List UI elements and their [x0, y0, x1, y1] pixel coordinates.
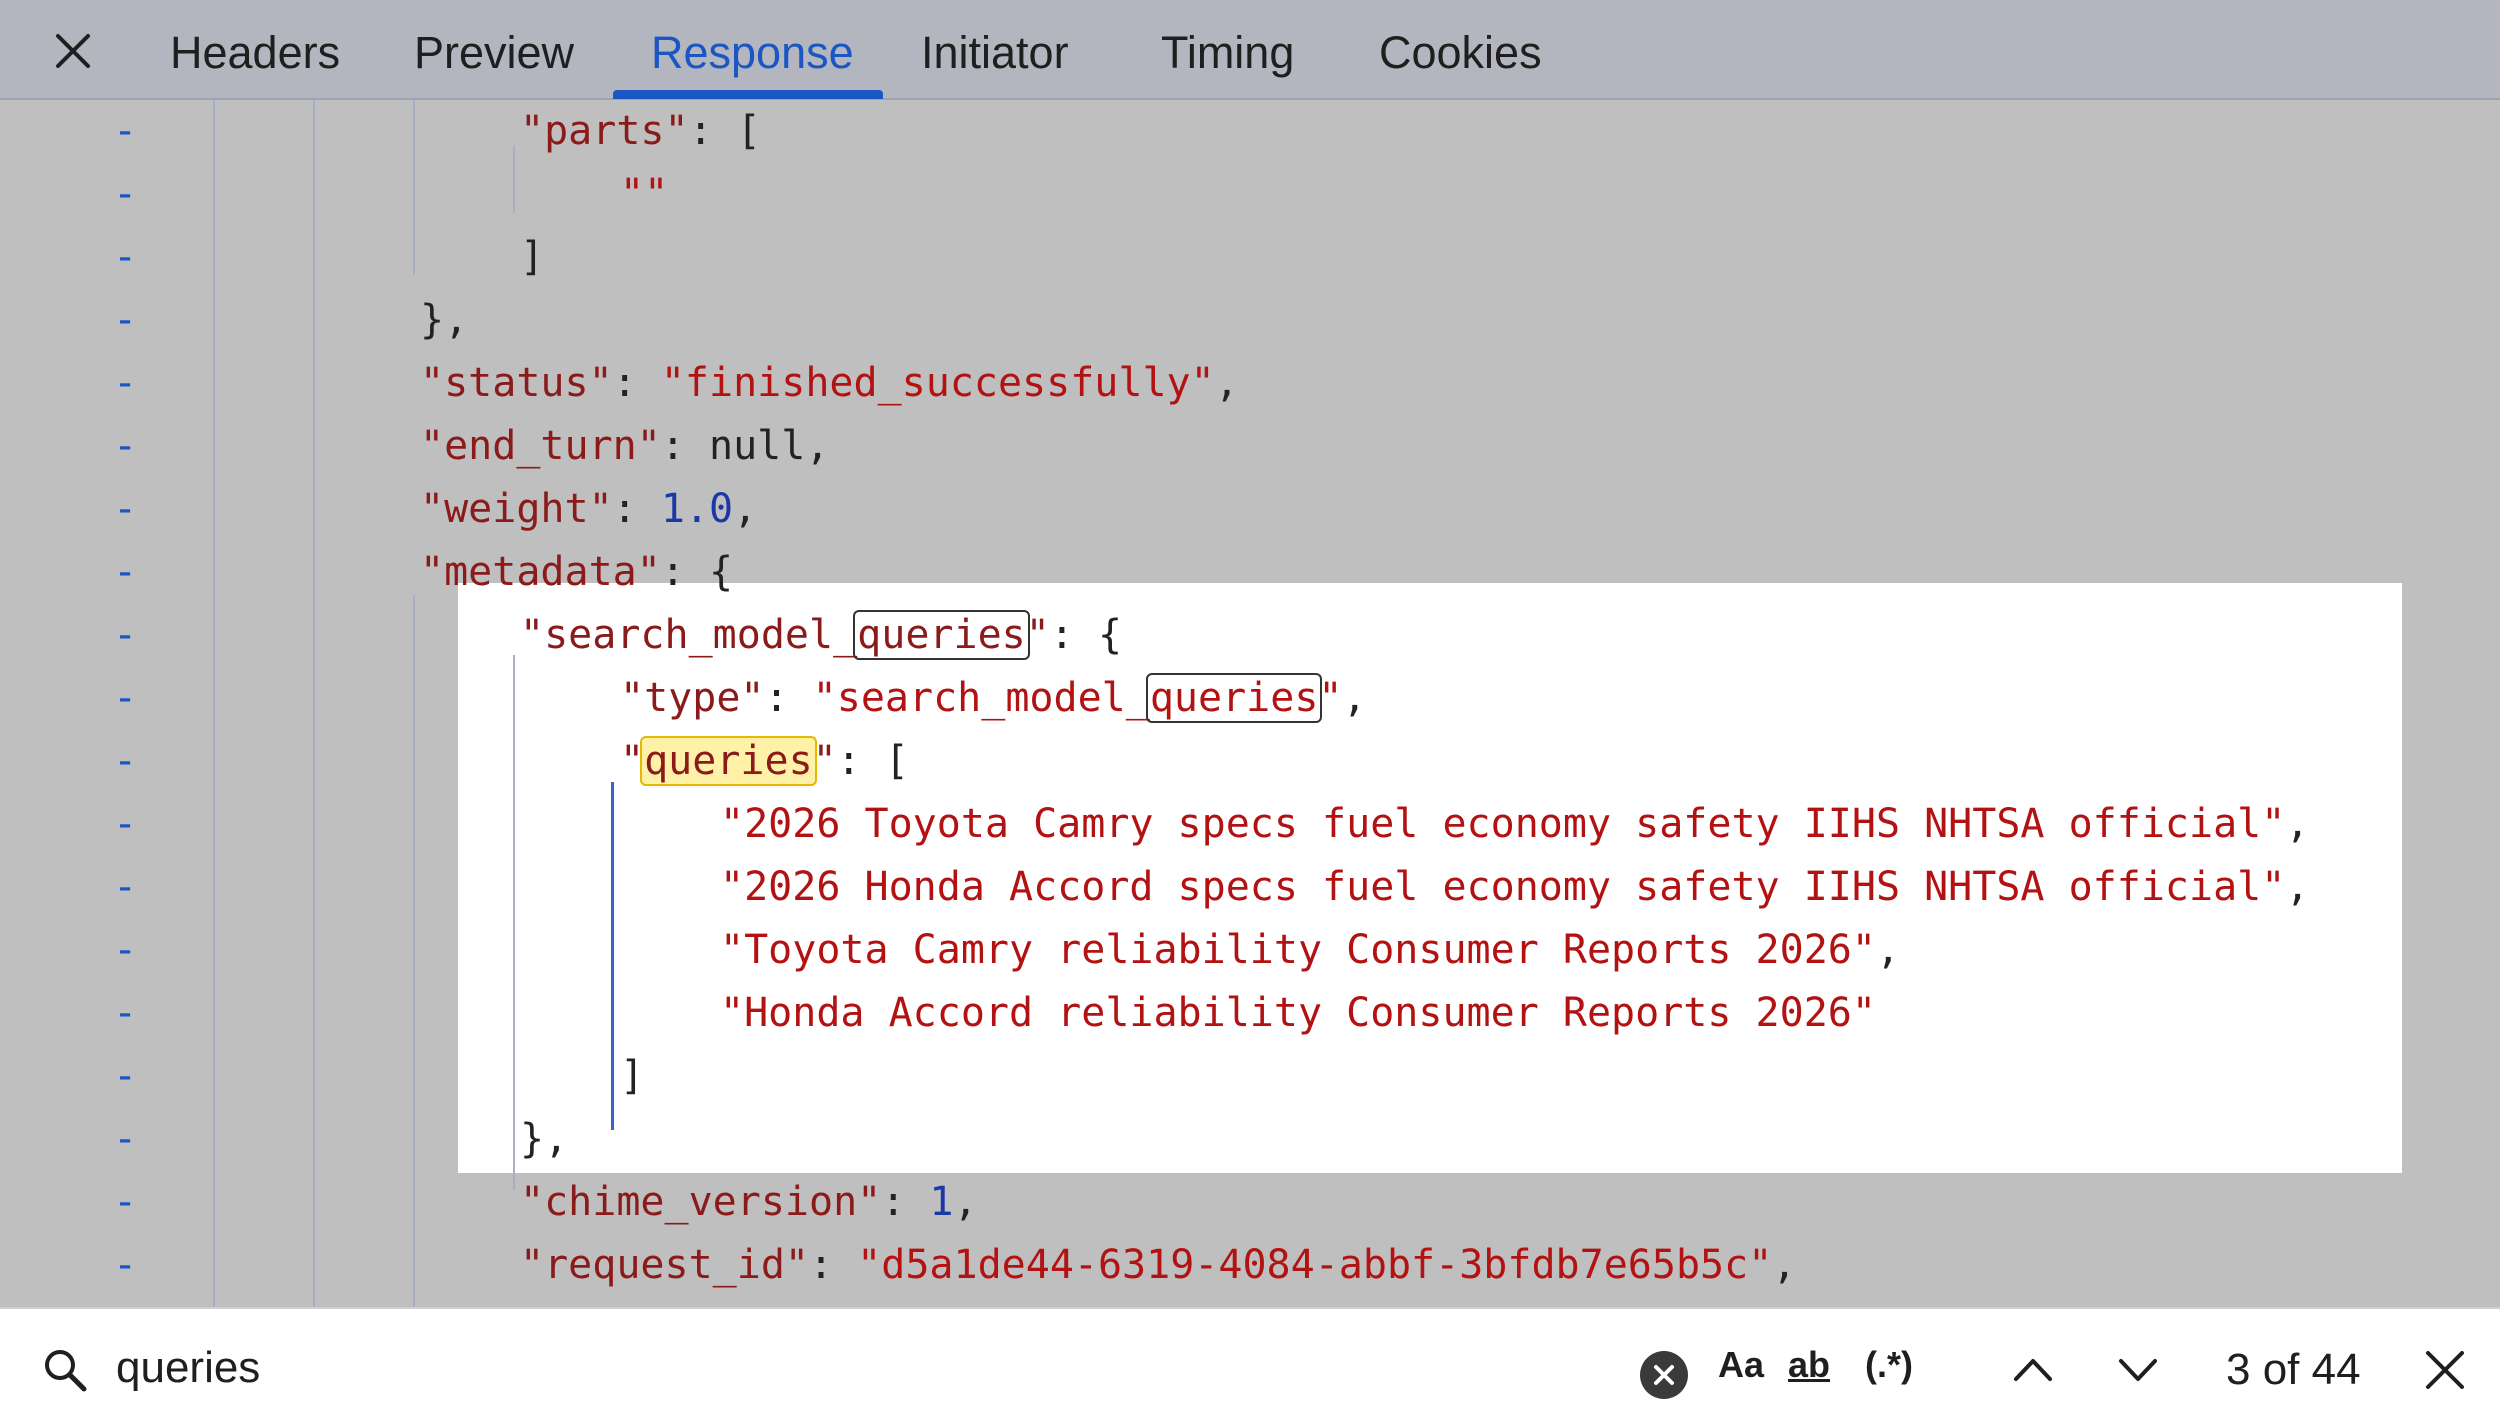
tab-cookies[interactable]: Cookies	[1379, 27, 1542, 79]
chevron-down-icon[interactable]	[2113, 1345, 2163, 1395]
line-marker: -	[113, 612, 138, 658]
tab-initiator[interactable]: Initiator	[921, 27, 1069, 79]
line-text: "end_turn": null,	[420, 423, 830, 469]
clear-icon[interactable]	[1640, 1351, 1688, 1399]
find-bar: Aa ab (.*) 3 of 44	[0, 1307, 2500, 1427]
tab-headers[interactable]: Headers	[170, 27, 340, 79]
code-line: - "2026 Toyota Camry specs fuel economy …	[0, 793, 2500, 856]
code-line: - ]	[0, 226, 2500, 289]
line-text: "type": "search_model_queries",	[620, 673, 1367, 723]
chevron-up-icon[interactable]	[2008, 1345, 2058, 1395]
tab-preview[interactable]: Preview	[414, 27, 574, 79]
line-text: "metadata": {	[420, 549, 734, 595]
code-line: - "chime_version": 1,	[0, 1171, 2500, 1234]
line-text: "parts": [	[520, 108, 761, 154]
code-line: - ]	[0, 1045, 2500, 1108]
code-line: - "queries": [	[0, 730, 2500, 793]
close-icon[interactable]	[2422, 1347, 2468, 1393]
tab-response[interactable]: Response	[651, 27, 854, 79]
line-text: "request_id": "d5a1de44-6319-4084-abbf-3…	[520, 1242, 1797, 1288]
line-text: "2026 Honda Accord specs fuel economy sa…	[720, 864, 2310, 910]
line-marker: -	[113, 423, 138, 469]
line-text: "Honda Accord reliability Consumer Repor…	[720, 990, 1876, 1036]
line-text: "status": "finished_successfully",	[420, 360, 1239, 406]
line-marker: -	[113, 297, 138, 343]
code-line: - "metadata": {	[0, 541, 2500, 604]
line-marker: -	[113, 1116, 138, 1162]
line-marker: -	[113, 864, 138, 910]
match-count: 3 of 44	[2226, 1345, 2361, 1394]
search-match: queries	[640, 736, 817, 786]
code-line: - "type": "search_model_queries",	[0, 667, 2500, 730]
line-marker: -	[113, 1179, 138, 1225]
line-marker: -	[113, 360, 138, 406]
devtools-tab-bar: Headers Preview Response Initiator Timin…	[0, 0, 2500, 100]
line-marker: -	[113, 171, 138, 217]
line-marker: -	[113, 486, 138, 532]
search-icon	[45, 1350, 87, 1392]
regex-toggle[interactable]: (.*)	[1865, 1344, 1913, 1386]
active-tab-indicator	[613, 90, 883, 99]
tab-timing[interactable]: Timing	[1161, 27, 1294, 79]
line-text: "weight": 1.0,	[420, 486, 758, 532]
line-marker: -	[113, 675, 138, 721]
code-line: - ""	[0, 163, 2500, 226]
line-text: },	[520, 1116, 569, 1162]
line-text: "Toyota Camry reliability Consumer Repor…	[720, 927, 1901, 973]
line-marker: -	[113, 1053, 138, 1099]
code-line: - },	[0, 289, 2500, 352]
whole-word-toggle[interactable]: ab	[1788, 1344, 1830, 1386]
code-line: - "parts": [	[0, 100, 2500, 163]
code-line: - "status": "finished_successfully",	[0, 352, 2500, 415]
code-line: - "search_model_queries": {	[0, 604, 2500, 667]
code-line: - "Toyota Camry reliability Consumer Rep…	[0, 919, 2500, 982]
line-text: "search_model_queries": {	[520, 610, 1123, 660]
close-icon[interactable]	[48, 26, 98, 76]
line-marker: -	[113, 108, 138, 154]
line-marker: -	[113, 927, 138, 973]
line-marker: -	[113, 990, 138, 1036]
line-text: ]	[520, 234, 545, 280]
line-text: "queries": [	[620, 736, 910, 786]
code-line: - "weight": 1.0,	[0, 478, 2500, 541]
line-marker: -	[113, 549, 138, 595]
line-text: "chime_version": 1,	[520, 1179, 978, 1225]
line-marker: -	[113, 801, 138, 847]
line-text: ]	[620, 1053, 645, 1099]
search-match: queries	[1145, 673, 1323, 723]
code-line: - "2026 Honda Accord specs fuel economy …	[0, 856, 2500, 919]
search-input[interactable]	[116, 1337, 1016, 1399]
response-code-view[interactable]: - "parts": [ - "" - ] - }, - "status": "…	[0, 100, 2500, 1307]
code-line: - "Honda Accord reliability Consumer Rep…	[0, 982, 2500, 1045]
code-line: - },	[0, 1108, 2500, 1171]
line-marker: -	[113, 1242, 138, 1288]
line-text: "2026 Toyota Camry specs fuel economy sa…	[720, 801, 2310, 847]
search-match: queries	[853, 610, 1030, 660]
line-text: ""	[620, 171, 669, 217]
match-case-toggle[interactable]: Aa	[1718, 1344, 1764, 1386]
code-line: - "request_id": "d5a1de44-6319-4084-abbf…	[0, 1234, 2500, 1297]
line-marker: -	[113, 234, 138, 280]
code-line: - "end_turn": null,	[0, 415, 2500, 478]
line-marker: -	[113, 738, 138, 784]
line-text: },	[420, 297, 469, 343]
